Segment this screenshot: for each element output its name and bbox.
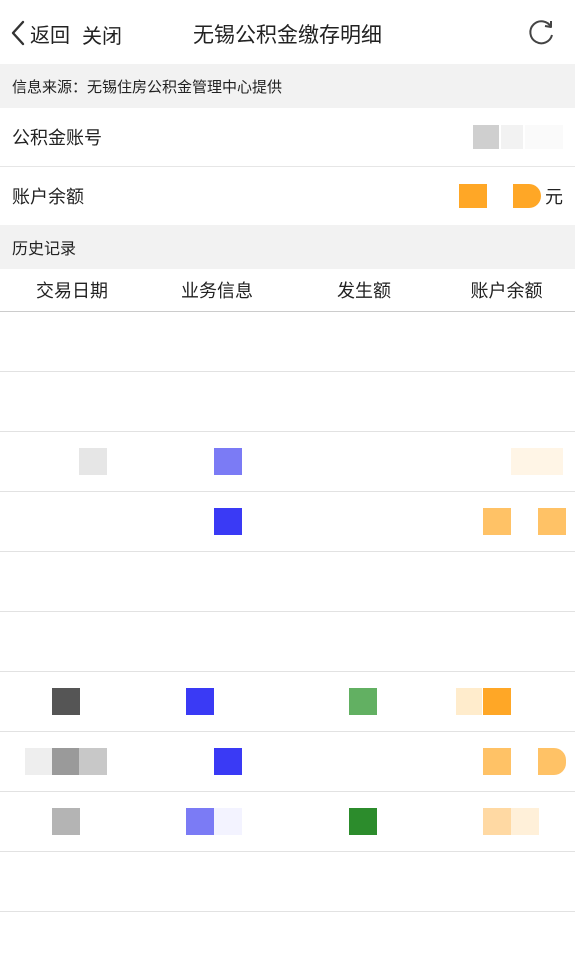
info-source-text: 信息来源：无锡住房公积金管理中心提供 bbox=[12, 77, 283, 96]
table-row bbox=[0, 672, 575, 732]
table-row bbox=[0, 792, 575, 852]
table-row bbox=[0, 372, 575, 432]
account-balance-label: 账户余额 bbox=[12, 187, 84, 208]
table-row bbox=[0, 312, 575, 372]
history-table-header: 交易日期 业务信息 发生额 账户余额 bbox=[0, 269, 575, 312]
account-number-label: 公积金账号 bbox=[12, 128, 102, 149]
column-header-balance: 账户余额 bbox=[470, 281, 543, 302]
table-row bbox=[0, 612, 575, 672]
history-section-header: 历史记录 bbox=[0, 225, 575, 269]
history-title: 历史记录 bbox=[12, 239, 77, 258]
table-row bbox=[0, 492, 575, 552]
account-balance-value: 元 bbox=[459, 167, 563, 225]
refresh-icon[interactable] bbox=[526, 17, 556, 47]
table-row bbox=[0, 732, 575, 792]
account-number-row: 公积金账号 bbox=[0, 108, 575, 167]
account-balance-row: 账户余额 元 bbox=[0, 167, 575, 226]
table-row bbox=[0, 552, 575, 612]
column-header-business: 业务信息 bbox=[181, 281, 253, 302]
table-row bbox=[0, 852, 575, 912]
nav-bar: 返回 关闭 无锡公积金缴存明细 bbox=[0, 0, 575, 64]
page-title: 无锡公积金缴存明细 bbox=[193, 23, 382, 47]
column-header-amount: 发生额 bbox=[337, 281, 391, 302]
balance-redacted bbox=[459, 184, 487, 208]
info-source-bar: 信息来源：无锡住房公积金管理中心提供 bbox=[0, 64, 575, 108]
column-header-date: 交易日期 bbox=[36, 281, 108, 302]
balance-unit: 元 bbox=[545, 187, 563, 208]
account-number-value-redacted bbox=[473, 108, 563, 166]
table-row bbox=[0, 432, 575, 492]
balance-redacted bbox=[513, 184, 541, 208]
